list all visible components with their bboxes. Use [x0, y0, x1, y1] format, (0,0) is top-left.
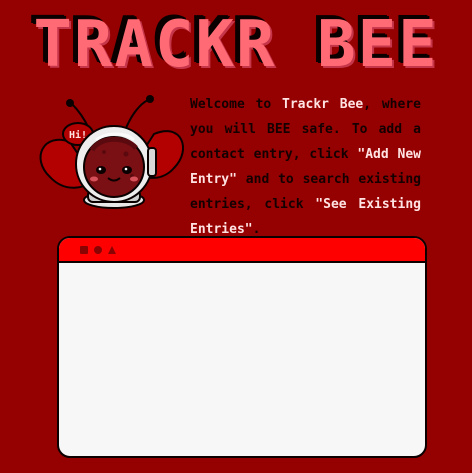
antenna-right: [125, 99, 149, 129]
intro-p4: .: [252, 222, 261, 237]
circle-icon[interactable]: [94, 245, 102, 254]
square-icon[interactable]: [80, 245, 88, 254]
header: TRACKR BEE: [0, 10, 472, 80]
bee-mascot: Hi!: [39, 95, 184, 209]
window-titlebar: [59, 238, 425, 263]
intro-p1: Welcome to: [190, 97, 283, 112]
content-window: [57, 236, 427, 458]
app-name: Trackr Bee: [282, 97, 364, 112]
intro-text: Welcome to Trackr Bee, where you will BE…: [190, 92, 421, 242]
window-content: [59, 263, 425, 454]
app-title: TRACKR BEE: [33, 8, 439, 82]
triangle-icon[interactable]: [108, 245, 116, 254]
